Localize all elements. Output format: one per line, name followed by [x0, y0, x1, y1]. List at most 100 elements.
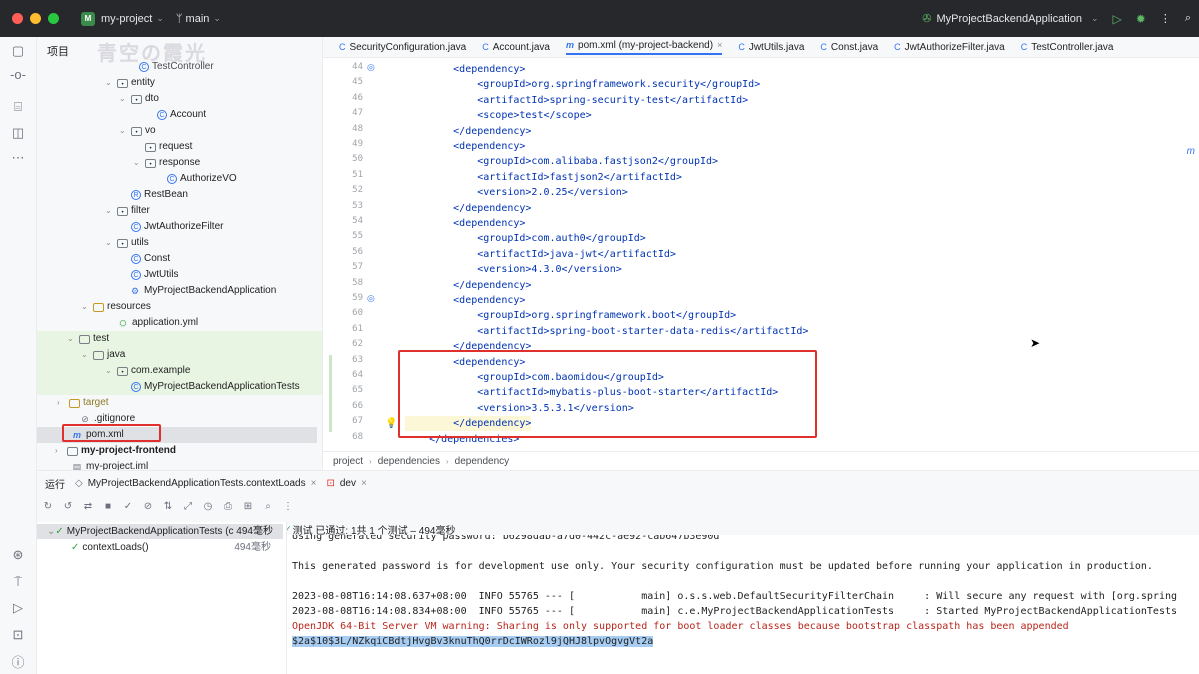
debug-icon[interactable]: ✹ [1136, 12, 1146, 26]
spring-app-icon: ⚙ [130, 286, 140, 296]
project-panel-title: 项目 [47, 46, 69, 58]
more-tools-icon[interactable]: ⋯ [10, 150, 26, 166]
chevron-down-icon[interactable]: ⌄ [105, 235, 117, 251]
chevron-down-icon[interactable]: ⌄ [119, 91, 131, 107]
expand-all-icon[interactable]: ⤢ [181, 501, 195, 512]
chevron-down-icon[interactable]: ⌄ [105, 363, 117, 379]
editor-tab[interactable]: C TestController.java [1021, 42, 1114, 53]
chevron-down-icon[interactable]: ⌄ [81, 299, 93, 315]
commit-tool-icon[interactable]: -o- [10, 67, 26, 83]
chevron-down-icon[interactable]: ⌄ [67, 331, 79, 347]
breadcrumb-item[interactable]: dependency [455, 456, 510, 467]
rerun-icon[interactable]: ↻ [41, 501, 55, 512]
run-icon[interactable]: ▷ [1113, 12, 1122, 26]
class-icon: C [157, 110, 167, 120]
chevron-down-icon[interactable]: ⌄ [105, 203, 117, 219]
chevron-right-icon[interactable]: › [57, 395, 69, 411]
minimize-window-button[interactable] [30, 13, 41, 24]
editor-tab[interactable]: C SecurityConfiguration.java [339, 42, 466, 53]
stop-icon[interactable]: ■ [101, 501, 115, 512]
implemented-gutter-icon[interactable]: ◎ [367, 293, 375, 304]
chevron-down-icon[interactable]: ⌄ [81, 347, 93, 363]
line-number: 56 [352, 246, 363, 257]
tree-item[interactable]: R RestBean [119, 187, 188, 203]
breadcrumb-item[interactable]: dependencies [378, 456, 440, 467]
editor-tab[interactable]: m pom.xml (my-project-backend) × [566, 40, 723, 55]
tree-item[interactable]: C AuthorizeVO [155, 171, 237, 187]
dev-tab[interactable]: ⊡ dev × [326, 478, 366, 489]
run-config-selector[interactable]: ✇ MyProjectBackendApplication ⌄ [922, 12, 1098, 26]
zoom-window-button[interactable] [48, 13, 59, 24]
close-icon[interactable]: × [717, 40, 722, 50]
import-icon[interactable]: ⊞ [241, 501, 255, 512]
editor-tab[interactable]: C Account.java [482, 42, 550, 53]
tree-item[interactable]: › target [57, 395, 109, 411]
tree-item[interactable]: ▤ my-project.iml [59, 459, 149, 470]
toggle-autotest-icon[interactable]: ⇄ [81, 501, 95, 512]
tree-item[interactable]: ⌄ • filter [105, 203, 150, 219]
breadcrumb-item[interactable]: project [333, 456, 363, 467]
tree-item[interactable]: ⌄ test [37, 331, 322, 347]
tree-item[interactable]: ⌄ resources [81, 299, 151, 315]
show-passed-icon[interactable]: ✓ [121, 501, 135, 512]
tree-item[interactable]: ⚙ MyProjectBackendApplication [117, 283, 276, 299]
line-number: 55 [352, 231, 363, 242]
package-icon: • [145, 142, 156, 152]
tree-item[interactable]: ⌄ java [37, 347, 322, 363]
close-icon[interactable]: × [311, 478, 317, 489]
search-icon[interactable]: ⌕ [1185, 12, 1191, 25]
problems-tool-icon[interactable]: ⓘ [10, 655, 26, 671]
build-tool-icon[interactable]: ⍑ [10, 574, 26, 590]
tree-item[interactable]: C Account [145, 107, 206, 123]
close-icon[interactable]: × [361, 478, 367, 489]
line-number: 68 [352, 431, 363, 442]
structure-tool-icon[interactable]: ⌸ [10, 99, 26, 115]
tree-item[interactable]: ⌄ • utils [105, 235, 149, 251]
editor-tab[interactable]: C JwtAuthorizeFilter.java [894, 42, 1005, 53]
implemented-gutter-icon[interactable]: ◎ [367, 62, 375, 73]
editor-tab[interactable]: C Const.java [820, 42, 878, 53]
tree-item[interactable]: C JwtUtils [119, 267, 178, 283]
chevron-down-icon[interactable]: ⌄ [119, 123, 131, 139]
show-ignored-icon[interactable]: ⊘ [141, 501, 155, 512]
tree-item[interactable]: ⌄ • dto [119, 91, 159, 107]
tree-item[interactable]: ⛭ application.yml [105, 315, 198, 331]
maven-reload-hint[interactable]: m [1187, 146, 1195, 157]
tree-item[interactable]: • request [133, 139, 192, 155]
more-icon[interactable]: ⋮ [1160, 12, 1171, 25]
run-tab[interactable]: ◇ MyProjectBackendApplicationTests.conte… [75, 478, 316, 489]
test-result-item[interactable]: ✓ contextLoads() 494毫秒 [37, 540, 283, 555]
zoom-icon[interactable]: ⌕ [261, 501, 275, 512]
tree-item[interactable]: ⌄ • com.example [37, 363, 322, 379]
project-switcher[interactable]: my-project [101, 13, 152, 25]
test-result-item[interactable]: ⌄ ✓ MyProjectBackendApplicationTests (c 4… [37, 524, 283, 539]
branch-switcher[interactable]: ᛘ main [176, 13, 210, 25]
terminal-tool-icon[interactable]: ⊡ [10, 627, 26, 643]
chevron-down-icon[interactable]: ⌄ [105, 75, 117, 91]
tree-item[interactable]: ⌄ • response [133, 155, 200, 171]
chevron-down-icon[interactable]: ⌄ [47, 524, 55, 539]
chevron-down-icon[interactable]: ⌄ [133, 155, 145, 171]
console-output[interactable]: Using generated security password: b6298… [287, 535, 1199, 674]
tree-item[interactable]: C Const [119, 251, 170, 267]
tree-item[interactable]: › my-project-frontend [55, 443, 176, 459]
tree-item[interactable]: ⌄ • vo [119, 123, 156, 139]
editor-tab[interactable]: C JwtUtils.java [738, 42, 804, 53]
tree-item[interactable]: ⌄ • entity [105, 75, 155, 91]
tree-item-label: JwtUtils [144, 269, 179, 280]
intention-bulb-icon[interactable]: 💡 [385, 418, 397, 429]
history-icon[interactable]: ◷ [201, 501, 215, 512]
more-icon[interactable]: ⋮ [281, 501, 295, 512]
project-tool-icon[interactable]: ▢ [10, 43, 26, 59]
rerun-failed-icon[interactable]: ↺ [61, 501, 75, 512]
close-window-button[interactable] [12, 13, 23, 24]
export-icon[interactable]: ⎙ [221, 501, 235, 512]
services-tool-icon[interactable]: ⊛ [10, 547, 26, 563]
tree-item[interactable]: C JwtAuthorizeFilter [119, 219, 223, 235]
bookmarks-tool-icon[interactable]: ◫ [10, 125, 26, 141]
tree-item[interactable]: C MyProjectBackendApplicationTests [37, 379, 322, 395]
sort-icon[interactable]: ⇅ [161, 501, 175, 512]
tree-item[interactable]: C TestController [127, 59, 214, 75]
chevron-right-icon[interactable]: › [55, 443, 67, 459]
run-tool-icon[interactable]: ▷ [10, 600, 26, 616]
